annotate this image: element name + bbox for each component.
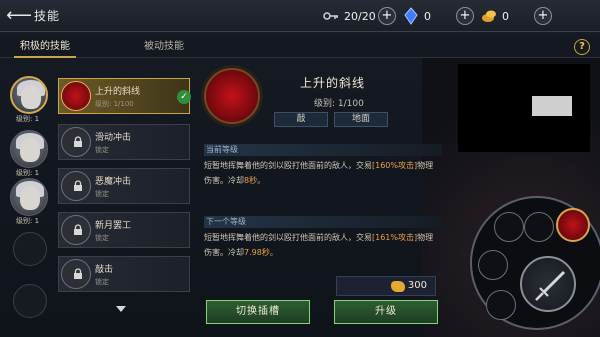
skill-level: 级别: 1/100 bbox=[95, 100, 134, 108]
tab-active-skills[interactable]: 积极的技能 bbox=[14, 36, 76, 58]
skill-name: 敲击 bbox=[95, 265, 114, 275]
crystal-count: 0 bbox=[424, 9, 431, 23]
skill-item-slide-impact[interactable]: 滑动冲击 锁定 bbox=[58, 124, 190, 160]
skill-detail-panel: 上升的斜线 级别: 1/100 敲 地面 当前等级 短暂地挥舞着他的剑以殴打他面… bbox=[196, 62, 446, 337]
skill-name: 恶魔冲击 bbox=[95, 177, 132, 187]
skill-status: 锁定 bbox=[95, 234, 109, 242]
upgrade-button[interactable]: 升级 bbox=[334, 300, 438, 324]
next-level-heading: 下一个等级 bbox=[204, 216, 442, 228]
skill-item-rising-slash[interactable]: 上升的斜线 级别: 1/100 ✓ bbox=[58, 78, 191, 114]
sword-slash-icon bbox=[204, 68, 260, 124]
skill-icon bbox=[61, 259, 91, 289]
character-level: 级别: 1 bbox=[16, 217, 40, 225]
key-icon bbox=[323, 12, 338, 20]
character-portrait-1[interactable] bbox=[10, 76, 48, 114]
skill-icon bbox=[61, 127, 91, 157]
key-resource: 20/20 bbox=[322, 6, 376, 26]
skill-item-demon-impact[interactable]: 恶魔冲击 锁定 bbox=[58, 168, 190, 204]
gold-coin-icon bbox=[391, 281, 405, 292]
page-title: 技能 bbox=[34, 9, 61, 23]
help-icon[interactable]: ? bbox=[574, 39, 590, 55]
character-level: 级别: 1 bbox=[16, 115, 40, 123]
top-bar: ⟵ 技能 20/20 + 0 + 0 + bbox=[0, 0, 600, 32]
skill-name: 新月罢工 bbox=[95, 221, 132, 231]
skill-status: 锁定 bbox=[95, 146, 109, 154]
scroll-down-arrow-icon[interactable] bbox=[116, 306, 126, 312]
lock-icon bbox=[74, 136, 82, 147]
gold-resource: 0 bbox=[480, 6, 509, 26]
attack-button[interactable] bbox=[520, 256, 576, 312]
skill-status: 锁定 bbox=[95, 278, 109, 286]
plus-icon[interactable]: + bbox=[534, 7, 552, 25]
empty-character-slot[interactable] bbox=[13, 232, 47, 266]
gold-count: 0 bbox=[502, 9, 509, 23]
current-level-heading: 当前等级 bbox=[204, 144, 442, 156]
upgrade-cost: 300 bbox=[336, 276, 436, 296]
blue-crystal-icon bbox=[404, 7, 418, 25]
skill-tag: 敲 bbox=[274, 112, 328, 127]
character-rail: 级别: 1 级别: 1 级别: 1 bbox=[4, 62, 52, 337]
next-level-description: 短暂地挥舞着他的剑以殴打他面前的敌人，交易[161%攻击]物理伤害。冷却7.98… bbox=[204, 233, 434, 257]
check-icon: ✓ bbox=[177, 90, 191, 104]
skill-wheel-slot[interactable] bbox=[486, 290, 516, 320]
switch-slot-button[interactable]: 切换插槽 bbox=[206, 300, 310, 324]
tab-passive-skills[interactable]: 被动技能 bbox=[144, 36, 184, 58]
skill-wheel-slot[interactable] bbox=[494, 212, 524, 242]
redacted-area bbox=[532, 96, 572, 116]
skill-wheel-slot[interactable] bbox=[478, 250, 508, 280]
sword-icon bbox=[535, 270, 566, 301]
skill-name: 滑动冲击 bbox=[95, 133, 132, 143]
current-level-description: 短暂地挥舞着他的剑以殴打他面前的敌人，交易[160%攻击]物理伤害。冷却8秒。 bbox=[204, 161, 434, 185]
skill-screen: ⟵ 技能 20/20 + 0 + 0 + 积极的技能 被动技能 ? 级别: 1 … bbox=[0, 0, 600, 337]
skill-name: 上升的斜线 bbox=[95, 87, 141, 97]
character-portrait-2[interactable] bbox=[10, 130, 48, 168]
plus-icon[interactable]: + bbox=[378, 7, 396, 25]
back-arrow-icon[interactable]: ⟵ bbox=[6, 5, 32, 27]
character-level: 级别: 1 bbox=[16, 169, 40, 177]
skill-title: 上升的斜线 bbox=[300, 76, 366, 90]
skill-icon bbox=[61, 215, 91, 245]
skill-icon bbox=[61, 171, 91, 201]
tab-bar: 积极的技能 被动技能 ? bbox=[0, 36, 600, 58]
skill-status: 锁定 bbox=[95, 190, 109, 198]
key-count: 20/20 bbox=[344, 9, 376, 23]
skill-wheel-slot[interactable] bbox=[524, 212, 554, 242]
equipped-skill-slot[interactable] bbox=[556, 208, 590, 242]
lock-icon bbox=[74, 224, 82, 235]
skill-level: 级别: 1/100 bbox=[314, 99, 364, 109]
gold-coin-icon bbox=[482, 10, 496, 22]
cost-value: 300 bbox=[407, 280, 427, 291]
skill-item-knock[interactable]: 敲击 锁定 bbox=[58, 256, 190, 292]
plus-icon[interactable]: + bbox=[456, 7, 474, 25]
empty-character-slot[interactable] bbox=[13, 284, 47, 318]
lock-icon bbox=[74, 268, 82, 279]
lock-icon bbox=[74, 180, 82, 191]
character-portrait-3[interactable] bbox=[10, 178, 48, 216]
skill-item-crescent-strike[interactable]: 新月罢工 锁定 bbox=[58, 212, 190, 248]
crystal-resource: 0 bbox=[402, 6, 431, 26]
sword-slash-icon bbox=[61, 81, 91, 111]
skill-tag: 地面 bbox=[334, 112, 388, 127]
